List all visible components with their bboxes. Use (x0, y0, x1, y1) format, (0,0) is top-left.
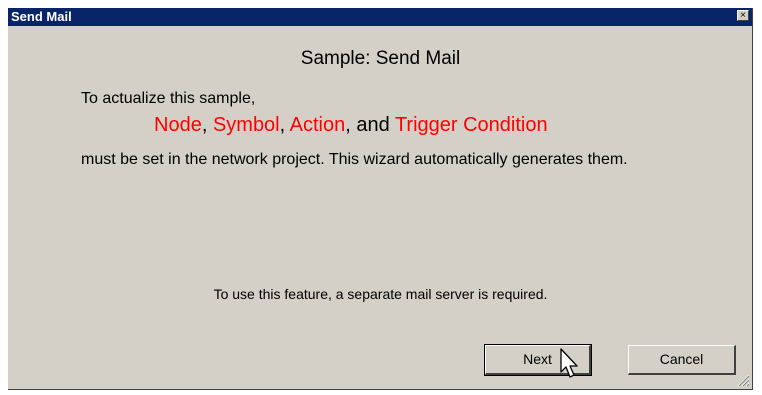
separator: , (201, 114, 213, 136)
page-heading: Sample: Send Mail (300, 48, 461, 69)
send-mail-dialog: Send Mail × Sample: Send Mail To actuali… (8, 8, 753, 390)
term-node: Node (154, 114, 202, 136)
intro-text: To actualize this sample, (81, 90, 256, 107)
separator: , and (345, 114, 395, 136)
cancel-button[interactable]: Cancel (628, 345, 736, 375)
separator: , (279, 114, 290, 136)
title-bar[interactable]: Send Mail × (8, 8, 752, 26)
window-title: Send Mail (11, 9, 72, 24)
term-symbol: Symbol (212, 114, 280, 136)
mouse-cursor-icon (560, 348, 578, 378)
close-icon[interactable]: × (737, 10, 749, 21)
term-trigger-condition: Trigger Condition (394, 114, 548, 136)
required-terms: Node, Symbol, Action, and Trigger Condit… (154, 114, 548, 137)
resize-grip-icon[interactable] (736, 373, 750, 387)
term-action: Action (289, 114, 346, 136)
description-text: must be set in the network project. This… (81, 151, 628, 168)
mail-server-note: To use this feature, a separate mail ser… (213, 286, 548, 302)
